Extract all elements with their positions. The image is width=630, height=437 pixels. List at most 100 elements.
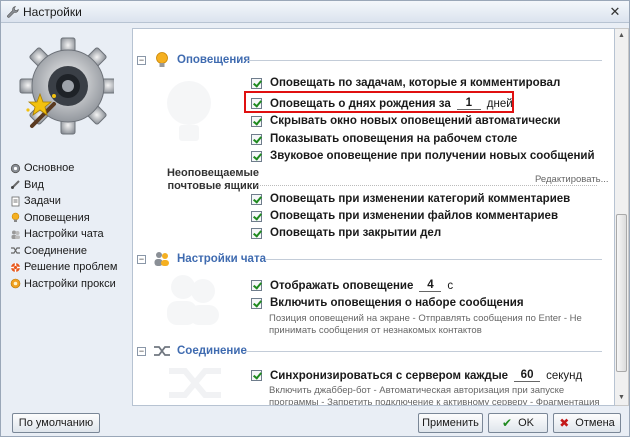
title-bar: Настройки ✕: [1, 1, 629, 23]
unit-label: секунд: [546, 369, 583, 382]
option-notify-commented-tasks[interactable]: Оповещать по задачам, которые я комменти…: [251, 77, 560, 89]
ok-button[interactable]: ✔ OK: [488, 413, 548, 433]
section-header-connection: − Соединение: [137, 342, 247, 360]
section-divider: [245, 351, 602, 352]
edit-link[interactable]: Редактировать...: [535, 174, 609, 185]
option-notify-case-closed[interactable]: Оповещать при закрытии дел: [251, 227, 441, 239]
sidebar-item-chat-settings[interactable]: Настройки чата: [10, 226, 117, 243]
apply-button[interactable]: Применить: [418, 413, 483, 433]
sidebar-item-connection[interactable]: Соединение: [10, 243, 117, 260]
sidebar-item-label: Соединение: [24, 244, 88, 257]
option-label: Скрывать окно новых оповещений автоматич…: [270, 115, 561, 127]
sidebar-item-tasks[interactable]: Задачи: [10, 193, 117, 210]
checkmark-icon: ✔: [502, 416, 513, 430]
sidebar-item-label: Основное: [24, 162, 75, 175]
cross-icon: ✖: [559, 416, 570, 430]
settings-gear-logo-icon: [19, 37, 114, 135]
checkbox-checked[interactable]: [251, 297, 262, 309]
section-title: Настройки чата: [177, 253, 266, 265]
sidebar-item-notifications[interactable]: Оповещения: [10, 210, 117, 227]
option-label: Оповещать при закрытии дел: [270, 227, 442, 239]
option-notify-category-change[interactable]: Оповещать при изменении категорий коммен…: [251, 193, 570, 205]
option-label: Звуковое оповещение при получении новых …: [270, 150, 595, 162]
checkbox-checked[interactable]: [251, 370, 262, 381]
ok-label: OK: [518, 417, 534, 429]
scroll-down-arrow-icon[interactable]: ▼: [615, 391, 628, 405]
option-sound-notification[interactable]: Звуковое оповещение при получении новых …: [251, 150, 595, 162]
checkbox-checked[interactable]: [251, 77, 262, 89]
chat-icon: [10, 229, 21, 240]
sidebar-item-proxy-settings[interactable]: Настройки прокси: [10, 276, 117, 293]
checkbox-checked[interactable]: [251, 280, 262, 291]
gear-icon: [10, 163, 21, 174]
settings-content-panel: − Оповещения Оповещать по задачам, котор…: [132, 28, 615, 406]
chat-users-icon: [154, 252, 169, 266]
brush-icon: [10, 179, 21, 190]
option-show-chat-notification[interactable]: Отображать оповещение 4 с: [251, 279, 453, 292]
close-button[interactable]: ✕: [607, 4, 623, 20]
document-icon: [10, 196, 21, 207]
vertical-scrollbar[interactable]: ▲ ▼: [615, 28, 629, 406]
sidebar-nav: Основное Вид Задачи Оповещения Настройки…: [10, 160, 117, 292]
cancel-button[interactable]: ✖ Отмена: [553, 413, 621, 433]
window-title: Настройки: [23, 5, 82, 19]
dotted-divider: [257, 185, 597, 186]
sidebar-item-troubleshooting[interactable]: Решение проблем: [10, 259, 117, 276]
sidebar-item-general[interactable]: Основное: [10, 160, 117, 177]
sidebar-item-label: Задачи: [24, 195, 61, 208]
chat-more-options-hint[interactable]: Позиция оповещений на экране - Отправлят…: [269, 313, 604, 337]
checkbox-checked[interactable]: [251, 193, 262, 205]
option-notify-file-change[interactable]: Оповещать при изменении файлов комментар…: [251, 210, 558, 222]
checkbox-checked[interactable]: [251, 115, 262, 127]
option-label: Оповещать по задачам, которые я комменти…: [270, 77, 561, 89]
bulb-icon: [156, 52, 168, 67]
option-sync-with-server[interactable]: Синхронизироваться с сервером каждые 60 …: [251, 369, 582, 382]
section-divider: [265, 259, 602, 260]
sidebar-item-view[interactable]: Вид: [10, 177, 117, 194]
sidebar-item-label: Решение проблем: [24, 261, 118, 274]
collapse-toggle[interactable]: −: [137, 55, 146, 65]
option-label: Включить оповещения о наборе сообщения: [270, 297, 524, 309]
section-header-chat: − Настройки чата: [137, 250, 266, 268]
section-title: Соединение: [177, 345, 247, 357]
option-desktop-notifications[interactable]: Показывать оповещения на рабочем столе: [251, 133, 517, 145]
section-header-notifications: − Оповещения: [137, 51, 250, 69]
sidebar-item-label: Оповещения: [24, 211, 90, 224]
link-icon: [10, 245, 21, 256]
checkbox-checked[interactable]: [251, 133, 262, 145]
settings-window: Настройки ✕ Основное Вид Задачи Оповещен…: [0, 0, 630, 437]
connection-watermark-icon: [169, 368, 221, 398]
cancel-label: Отмена: [575, 417, 615, 429]
proxy-icon: [10, 278, 21, 289]
option-label: Показывать оповещения на рабочем столе: [270, 133, 518, 145]
option-auto-hide-window[interactable]: Скрывать окно новых оповещений автоматич…: [251, 115, 560, 127]
highlight-frame: [244, 91, 514, 113]
chat-watermark-icon: [167, 275, 219, 325]
collapse-toggle[interactable]: −: [137, 346, 146, 356]
wrench-icon: [7, 6, 19, 18]
section-divider: [247, 60, 602, 61]
option-label: Оповещать при изменении категорий коммен…: [270, 193, 571, 205]
collapse-toggle[interactable]: −: [137, 254, 146, 264]
defaults-button[interactable]: По умолчанию: [12, 413, 100, 433]
option-label: Оповещать при изменении файлов комментар…: [270, 210, 559, 222]
bulb-watermark-icon: [167, 81, 211, 141]
option-label: Синхронизироваться с сервером каждые: [270, 369, 509, 382]
sync-seconds-input[interactable]: 60: [514, 369, 541, 382]
checkbox-checked[interactable]: [251, 227, 262, 239]
option-typing-notifications[interactable]: Включить оповещения о наборе сообщения: [251, 297, 524, 309]
sidebar-item-label: Настройки прокси: [24, 277, 116, 290]
checkbox-checked[interactable]: [251, 210, 262, 222]
checkbox-checked[interactable]: [251, 150, 262, 162]
scrollbar-thumb[interactable]: [616, 214, 627, 372]
bulb-icon: [10, 212, 21, 223]
sidebar: Основное Вид Задачи Оповещения Настройки…: [2, 24, 127, 406]
scroll-up-arrow-icon[interactable]: ▲: [615, 29, 628, 43]
notification-seconds-input[interactable]: 4: [419, 279, 442, 292]
sidebar-item-label: Вид: [24, 178, 44, 191]
sidebar-item-label: Настройки чата: [24, 228, 104, 241]
unit-label: с: [447, 279, 454, 292]
option-label: Отображать оповещение: [270, 279, 414, 292]
connection-more-options-hint[interactable]: Включить джаббер-бот - Автоматическая ав…: [269, 385, 604, 405]
connection-icon: [154, 346, 170, 356]
